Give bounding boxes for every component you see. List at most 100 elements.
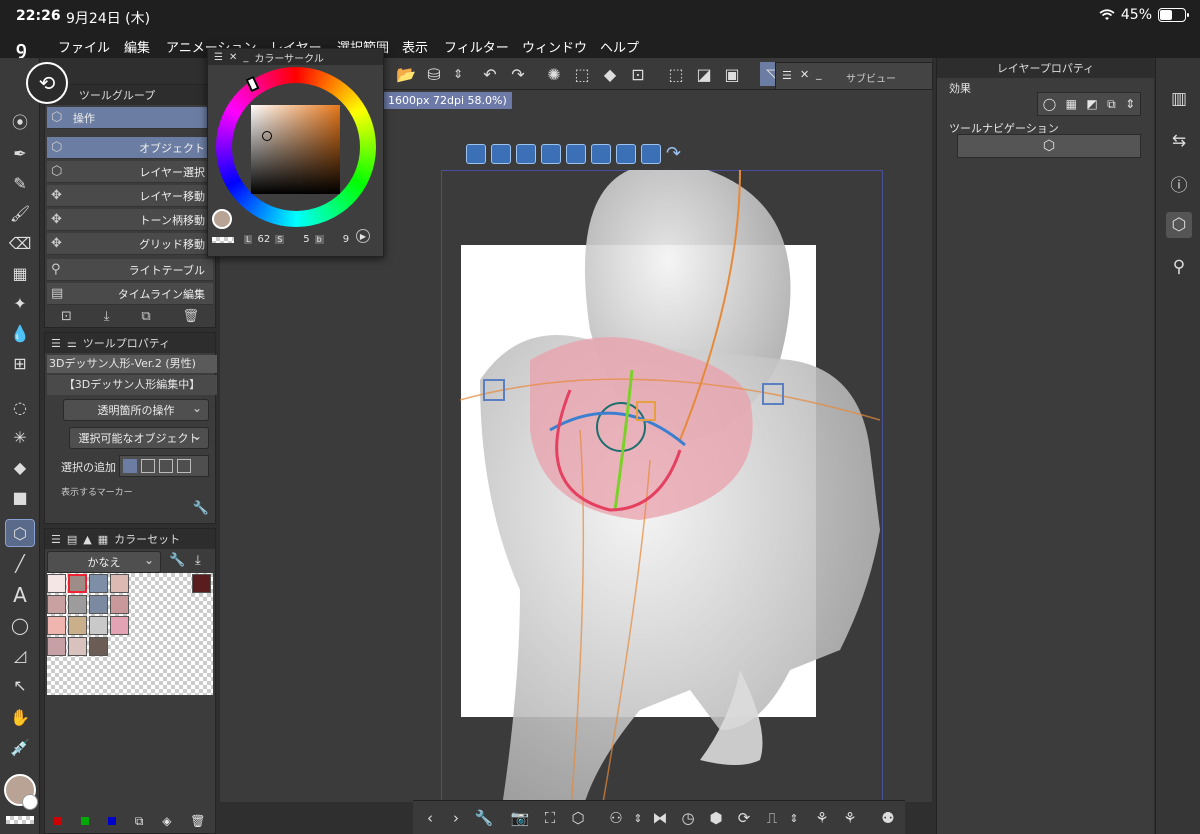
transform-icon[interactable]: ⊡ [626,62,650,86]
color-slider-tab-icon[interactable]: ▤ [67,533,77,546]
gradient-tool-icon[interactable]: ■ [6,484,34,510]
line-tool-icon[interactable]: ╱ [6,550,34,576]
invert-selection-icon[interactable]: ◪ [692,62,716,86]
save-icon[interactable]: ⛁ [422,62,446,86]
rotate-cube-icon[interactable]: ⟳ [733,807,755,829]
3d-drawing-figure[interactable] [440,170,884,820]
close-icon[interactable]: ✕ [229,52,237,63]
gift-icon[interactable]: ⎍ [761,807,783,829]
add-color-icon[interactable]: ⧉ [135,814,144,829]
brush-tool-icon[interactable]: 🖌 [6,200,34,226]
color-swatch[interactable] [47,616,66,635]
tool-icon[interactable]: ⬡ [1166,212,1192,238]
cube-icon[interactable]: ⬡ [567,807,589,829]
text-tool-icon[interactable]: A [6,582,34,608]
reset-icon[interactable]: ↷ [666,144,686,164]
chevron-updown-icon[interactable]: ⇕ [627,807,649,829]
selectable-objects-dropdown[interactable]: 選択可能なオブジェクト [69,427,209,449]
delete-icon[interactable]: 🗑 [183,309,200,324]
ruler-tool-icon[interactable]: ⊞ [6,350,34,376]
chevron-right-icon[interactable]: › [445,807,467,829]
color-history-tab-icon[interactable]: ▲ [83,533,91,546]
add-selection-buttons[interactable] [119,455,209,477]
close-icon[interactable]: ✕ [800,68,809,81]
chevron-updown-icon[interactable]: ⇕ [446,62,470,86]
menu-file[interactable]: ファイル [58,37,110,56]
color-swatch[interactable] [89,574,108,593]
camera-icon[interactable]: 📷 [509,807,531,829]
menu-lines-icon[interactable]: ☰ [782,69,792,82]
sub-color-swatch[interactable] [22,794,38,810]
operation-tool-icon[interactable]: ⦿ [6,108,34,134]
color-set-tab-icon[interactable]: ▦ [98,533,108,546]
chevron-left-icon[interactable]: ‹ [419,807,441,829]
color-swatch[interactable] [110,616,129,635]
import-icon[interactable]: ⤓ [104,309,110,324]
transparent-swatch[interactable] [212,237,234,243]
color-swatch[interactable] [68,574,87,593]
sv-cursor[interactable] [262,131,272,141]
menu-lines-icon[interactable]: ☰ [214,52,223,63]
tool-item-object[interactable]: ⬡ オブジェクト [47,137,213,159]
menu-view[interactable]: 表示 [402,37,428,56]
search-icon[interactable]: ⚲ [1166,254,1192,280]
sparkle-tool-icon[interactable]: ✦ [6,290,34,316]
camera-pan-icon[interactable] [491,144,511,164]
play-icon[interactable]: ▶ [356,229,370,243]
duplicate-icon[interactable]: ⧉ [141,309,150,324]
menu-window[interactable]: ウィンドウ [522,37,587,56]
wrench-icon[interactable]: 🔧 [473,807,495,829]
color-swatch[interactable] [68,595,87,614]
app-logo-icon[interactable]: ꝯ [16,36,38,59]
object-move-depth-icon[interactable] [566,144,586,164]
lasso-tool-icon[interactable]: ◌ [6,394,34,420]
saturation-value-square[interactable] [251,105,340,194]
add-selection-icon[interactable] [141,459,155,473]
rotate-view-button[interactable]: ⟲ [26,62,68,104]
tone-tool-icon[interactable]: ▦ [6,260,34,286]
layer-property-icon[interactable]: ▥ [1166,86,1192,112]
wrench-icon[interactable]: 🔧 [169,553,185,568]
color-swatch[interactable] [47,637,66,656]
tool-item-light-table[interactable]: ⚲ ライトテーブル [47,259,213,281]
minimize-icon[interactable]: _ [816,67,822,80]
tool-navigation-button[interactable]: ⬡ [957,134,1141,158]
auto-select-tool-icon[interactable]: ✳ [6,424,34,450]
transparent-op-dropdown[interactable]: 透明箇所の操作 [63,399,209,421]
subtract-selection-icon[interactable] [159,459,173,473]
color-swatch[interactable] [68,616,87,635]
fit-icon[interactable]: ⛶ [539,807,561,829]
object-tool-icon[interactable]: ⬡ [5,519,35,547]
color-swatch[interactable] [47,574,66,593]
intersect-selection-icon[interactable] [177,459,191,473]
tool-item-tone-move[interactable]: ✥ トーン柄移動 [47,209,213,231]
color-swatch[interactable] [47,595,66,614]
eraser-tool-icon[interactable]: ⌫ [6,230,34,256]
clear-outside-icon[interactable]: ⬚ [570,62,594,86]
object-move-icon[interactable] [541,144,561,164]
blue-marker-icon[interactable] [108,817,117,825]
flip-icon[interactable]: ⧓ [649,807,671,829]
figure-settings-icon[interactable]: ⚉ [877,807,899,829]
pen-tool-icon[interactable]: ✒ [6,140,34,166]
plant-check-icon[interactable]: ⚘ [839,807,861,829]
frame-tool-icon[interactable]: ◿ [6,642,34,668]
plant-icon[interactable]: ⚘ [811,807,833,829]
minimize-icon[interactable]: _ [243,52,248,63]
tool-item-layer-move[interactable]: ✥ レイヤー移動 [47,185,213,207]
import-icon[interactable]: ⤓ [195,553,201,568]
open-icon[interactable]: 📂 [394,62,418,86]
menu-edit[interactable]: 編集 [124,37,150,56]
object-rotate-axis-icon[interactable] [616,144,636,164]
balloon-tool-icon[interactable]: ◯ [6,612,34,638]
eyedropper-tool-icon[interactable]: 💉 [6,734,34,760]
group-operation[interactable]: ⬡ 操作 [47,107,213,129]
hand-tool-icon[interactable]: ✋ [6,704,34,730]
extract-line-icon[interactable]: ⧉ [1107,97,1116,112]
object-rotate-icon[interactable] [591,144,611,164]
menu-help[interactable]: ヘルプ [600,37,639,56]
camera-rotate-icon[interactable] [466,144,486,164]
delete-icon[interactable]: 🗑 [190,814,205,828]
layer-color-icon[interactable]: ◩ [1086,97,1097,111]
tool-item-layer-select[interactable]: ⬡ レイヤー選択 [47,161,213,183]
